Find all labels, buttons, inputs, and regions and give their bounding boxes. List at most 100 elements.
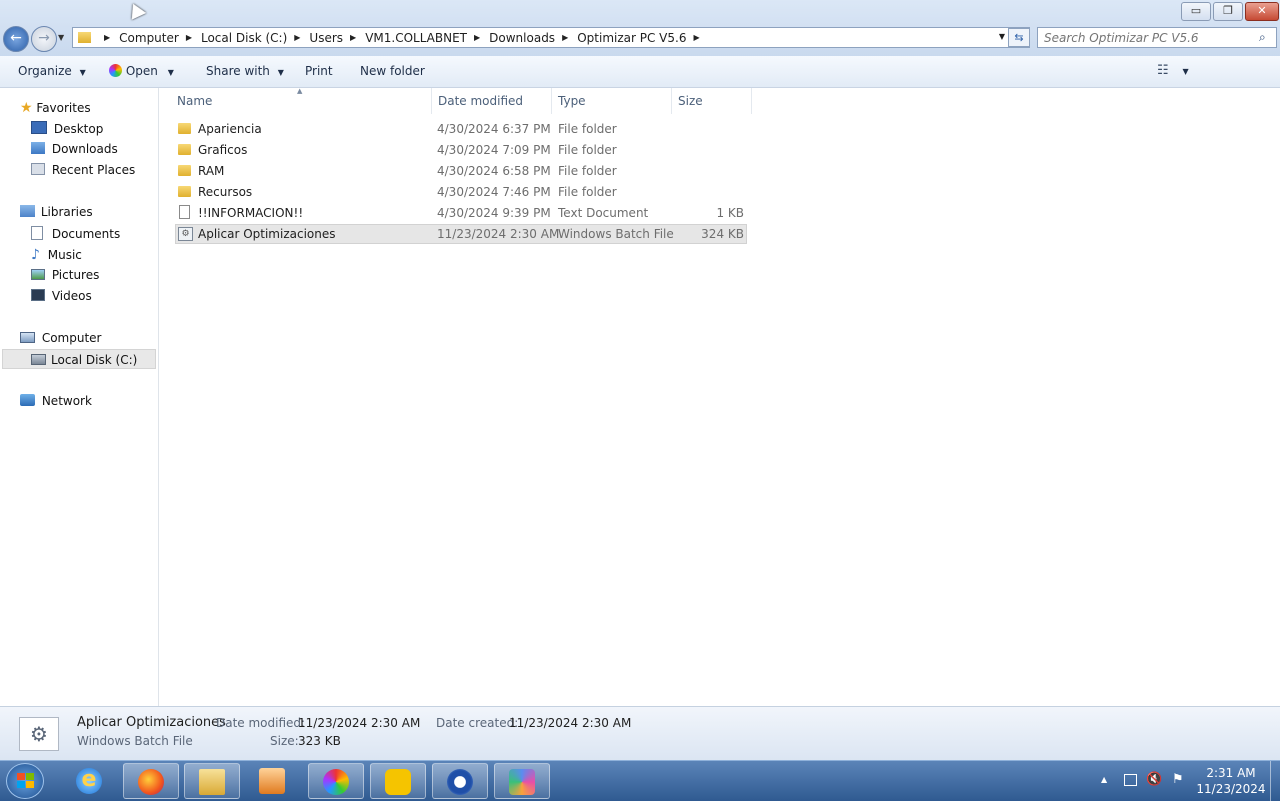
file-name: !!INFORMACION!! [198, 206, 304, 220]
organize-button[interactable]: Organize ▼ [18, 64, 86, 78]
show-hidden-icons-button[interactable]: ▲ [1101, 775, 1107, 784]
sidebar-item-desktop[interactable]: Desktop [31, 121, 103, 136]
file-name: Aplicar Optimizaciones [198, 227, 336, 241]
taskbar-app-firefox[interactable] [123, 763, 179, 799]
sidebar-item-music[interactable]: ♪ Music [31, 247, 82, 263]
forward-button[interactable]: → [31, 26, 57, 52]
breadcrumb-current-folder[interactable]: Optimizar PC V5.6 [577, 31, 686, 45]
sidebar-item-documents[interactable]: Documents [31, 226, 120, 241]
clock[interactable]: 2:31 AM 11/23/2024 [1194, 765, 1268, 797]
breadcrumb-computer[interactable]: Computer [119, 31, 179, 45]
internet-explorer-icon: e [76, 768, 102, 794]
chevron-down-icon: ▼ [277, 68, 284, 77]
taskbar-app-file-explorer[interactable] [184, 763, 240, 799]
change-view-button[interactable]: ☷ ▼ [1157, 63, 1189, 78]
network-tray-icon[interactable] [1124, 774, 1137, 786]
file-row-recursos[interactable]: Recursos 4/30/2024 7:46 PM File folder [175, 182, 747, 202]
sidebar-item-label: Recent Places [51, 163, 136, 177]
folder-icon [178, 144, 191, 155]
firefox-icon [138, 769, 164, 795]
file-row-graficos[interactable]: Graficos 4/30/2024 7:09 PM File folder [175, 140, 747, 160]
column-header-name[interactable]: Name [177, 94, 212, 108]
chevron-right-icon: ▶ [104, 33, 111, 42]
sidebar-item-label: Pictures [51, 268, 100, 282]
column-header-type[interactable]: Type [558, 94, 586, 108]
refresh-button[interactable]: ⇆ [1008, 28, 1030, 47]
search-input[interactable] [1037, 27, 1277, 48]
volume-muted-icon[interactable]: 🔇 [1146, 772, 1162, 787]
file-row-aplicar-optimizaciones[interactable]: ⚙ Aplicar Optimizaciones 11/23/2024 2:30… [175, 224, 747, 244]
share-with-button[interactable]: Share with ▼ [206, 64, 284, 78]
details-file-type: Windows Batch File [77, 734, 193, 748]
column-header-size[interactable]: Size [678, 94, 703, 108]
file-row-apariencia[interactable]: Apariencia 4/30/2024 6:37 PM File folder [175, 119, 747, 139]
sidebar-item-downloads[interactable]: Downloads [31, 142, 118, 156]
sidebar-item-pictures[interactable]: Pictures [31, 268, 99, 282]
breadcrumb-user[interactable]: VM1.COLLABNET [365, 31, 467, 45]
sidebar-item-label: Music [47, 248, 82, 262]
text-document-icon [179, 205, 190, 219]
taskbar-app-internet-explorer[interactable]: e [62, 763, 118, 799]
action-center-flag-icon[interactable]: ⚑ [1172, 772, 1184, 787]
navigation-pane: ★ Favorites Desktop Downloads Recent Pla… [0, 88, 159, 706]
search-icon[interactable]: ⌕ [1259, 30, 1266, 45]
new-folder-button[interactable]: New folder [360, 64, 425, 78]
file-row-ram[interactable]: RAM 4/30/2024 6:58 PM File folder [175, 161, 747, 181]
minimize-button[interactable]: ▭ [1181, 2, 1211, 21]
sidebar-item-favorites[interactable]: ★ Favorites [20, 100, 91, 116]
taskbar-app-color-wheel[interactable] [308, 763, 364, 799]
chevron-right-icon: ▶ [350, 33, 357, 42]
restore-button[interactable]: ❐ [1213, 2, 1243, 21]
address-bar[interactable]: ▶ Computer ▶ Local Disk (C:) ▶ Users ▶ VM1.C… [72, 27, 1030, 48]
details-pane: ⚙ Aplicar Optimizaciones Windows Batch F… [0, 706, 1280, 761]
sidebar-item-label: Local Disk (C:) [51, 353, 138, 367]
file-type: Text Document [558, 206, 649, 220]
show-desktop-button[interactable] [1270, 761, 1280, 801]
file-name: Graficos [198, 143, 248, 157]
print-button[interactable]: Print [305, 64, 333, 78]
chevron-right-icon: ▶ [693, 33, 700, 42]
taskbar-app-media-player[interactable] [245, 763, 301, 799]
details-size: 323 KB [298, 734, 341, 748]
column-divider[interactable] [431, 88, 432, 114]
sidebar-item-label: Downloads [51, 142, 118, 156]
file-type: Windows Batch File [558, 227, 674, 241]
sidebar-item-computer[interactable]: Computer [20, 331, 101, 345]
breadcrumb-users[interactable]: Users [309, 31, 343, 45]
chevron-right-icon: ▶ [474, 33, 481, 42]
taskbar-app-chrome-like[interactable] [432, 763, 488, 799]
column-divider[interactable] [671, 88, 672, 114]
address-dropdown-icon[interactable]: ▼ [999, 32, 1005, 41]
sidebar-item-label: Videos [51, 289, 92, 303]
taskbar-app-lightshot[interactable] [370, 763, 426, 799]
arrow-right-icon: → [38, 30, 50, 46]
sidebar-item-network[interactable]: Network [20, 394, 92, 408]
file-list: ▲ Name Date modified Type Size Aparienci… [159, 87, 1280, 706]
sidebar-item-libraries[interactable]: Libraries [20, 205, 93, 219]
recent-pages-dropdown[interactable]: ▼ [58, 33, 64, 42]
start-button[interactable] [6, 763, 44, 799]
sidebar-item-recent-places[interactable]: Recent Places [31, 163, 135, 177]
file-type: File folder [558, 143, 617, 157]
downloads-icon [31, 142, 45, 154]
column-header-date-modified[interactable]: Date modified [438, 94, 523, 108]
sidebar-item-local-disk[interactable]: Local Disk (C:) [2, 349, 156, 369]
recent-places-icon [31, 163, 45, 175]
open-button[interactable]: Open ▼ [109, 64, 174, 78]
folder-icon [178, 165, 191, 176]
column-divider[interactable] [551, 88, 552, 114]
details-date-modified-label: Date modified: [216, 716, 306, 730]
back-button[interactable]: ← [3, 26, 29, 52]
sidebar-item-videos[interactable]: Videos [31, 289, 92, 303]
taskbar-app-polygon[interactable] [494, 763, 550, 799]
file-size: 1 KB [716, 206, 744, 220]
file-row-informacion[interactable]: !!INFORMACION!! 4/30/2024 9:39 PM Text D… [175, 203, 747, 223]
close-button[interactable]: ✕ [1245, 2, 1279, 21]
windows-logo-part [26, 781, 34, 788]
file-name: RAM [198, 164, 225, 178]
column-divider[interactable] [751, 88, 752, 114]
breadcrumb-downloads[interactable]: Downloads [489, 31, 555, 45]
breadcrumb-local-disk[interactable]: Local Disk (C:) [201, 31, 287, 45]
chevron-down-icon: ▼ [167, 68, 174, 77]
sidebar-item-label: Documents [51, 227, 121, 241]
